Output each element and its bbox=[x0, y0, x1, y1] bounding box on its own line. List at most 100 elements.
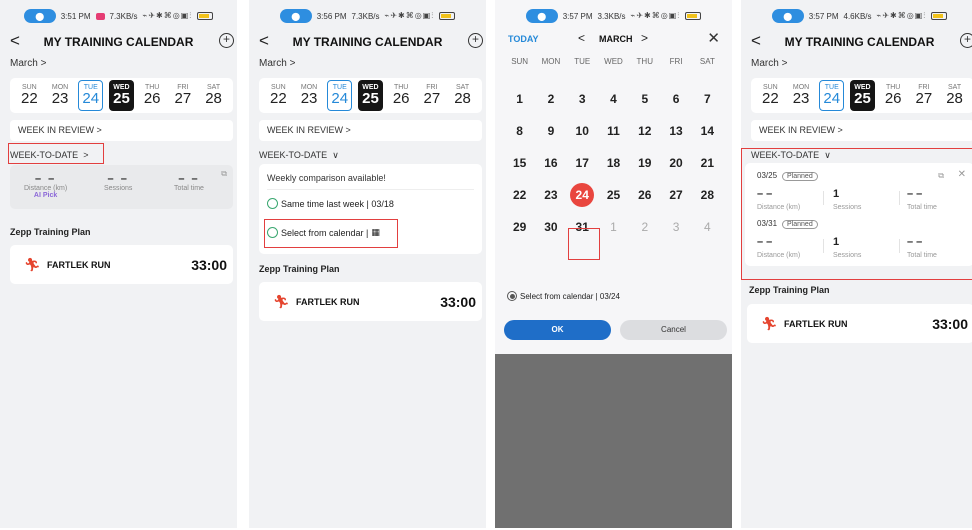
add-icon[interactable]: + bbox=[468, 33, 483, 48]
calendar-day[interactable]: 29 bbox=[504, 211, 535, 243]
ai-pick-badge[interactable]: AI Pick bbox=[24, 192, 67, 199]
day-sat[interactable]: SAT 28 bbox=[942, 80, 967, 111]
week-to-date-toggle[interactable]: WEEK-TO-DATE ∨ bbox=[259, 150, 339, 161]
calendar-day[interactable]: 20 bbox=[660, 147, 691, 179]
week-in-review-button[interactable]: WEEK IN REVIEW > bbox=[259, 120, 482, 141]
day-thu[interactable]: THU 26 bbox=[140, 80, 165, 111]
calendar-day[interactable]: 5 bbox=[629, 83, 660, 115]
calendar-day-next-month[interactable]: 3 bbox=[660, 211, 691, 243]
calendar-day[interactable]: 22 bbox=[504, 179, 535, 211]
running-icon: 🏃︎ bbox=[273, 294, 290, 309]
day-number: 27 bbox=[915, 90, 933, 107]
calendar-day[interactable]: 4 bbox=[598, 83, 629, 115]
cancel-button[interactable]: Cancel bbox=[620, 320, 727, 340]
day-fri[interactable]: FRI 27 bbox=[170, 80, 195, 111]
calendar-day[interactable]: 18 bbox=[598, 147, 629, 179]
calendar-day[interactable]: 17 bbox=[567, 147, 598, 179]
calendar-day[interactable]: 9 bbox=[535, 115, 566, 147]
location-icon: ⬤ bbox=[23, 9, 56, 23]
status-icons: ⌁✈✱⌘◎▣⫶ bbox=[384, 11, 435, 20]
day-wed-selected[interactable]: WED 25 bbox=[108, 80, 134, 111]
calendar-day-next-month[interactable]: 1 bbox=[598, 211, 629, 243]
add-icon[interactable]: + bbox=[960, 33, 972, 48]
day-fri[interactable]: FRI 27 bbox=[911, 80, 936, 111]
calendar-day[interactable]: 15 bbox=[504, 147, 535, 179]
plan-card[interactable]: 🏃︎ FARTLEK RUN 33:00 bbox=[10, 245, 233, 284]
calendar-day[interactable]: 25 bbox=[598, 179, 629, 211]
status-bar: ⬤ 3:56 PM 7.3KB/s ⌁✈✱⌘◎▣⫶ bbox=[249, 7, 486, 25]
day-sat[interactable]: SAT 28 bbox=[450, 80, 475, 111]
screen-week-to-date-collapsed: ⬤ 3:51 PM 7.3KB/s ⌁✈✱⌘◎▣⫶ < MY TRAINING … bbox=[0, 0, 237, 528]
calendar-day[interactable]: 8 bbox=[504, 115, 535, 147]
day-number: 28 bbox=[946, 90, 963, 107]
option-same-time-last-week[interactable]: Same time last week | 03/18 bbox=[267, 198, 394, 209]
day-tue-today[interactable]: TUE 24 bbox=[819, 80, 845, 111]
day-mon[interactable]: MON 23 bbox=[789, 80, 814, 111]
plan-card[interactable]: 🏃︎ FARTLEK RUN 33:00 bbox=[747, 304, 972, 343]
calendar-day[interactable]: 21 bbox=[692, 147, 723, 179]
weekday-name: MON bbox=[541, 57, 561, 66]
calendar-day[interactable]: 30 bbox=[535, 211, 566, 243]
add-icon[interactable]: + bbox=[219, 33, 234, 48]
calendar-day[interactable]: 28 bbox=[692, 179, 723, 211]
calendar-day-next-month[interactable]: 2 bbox=[629, 211, 660, 243]
chevron-right-icon[interactable]: > bbox=[641, 31, 648, 45]
day-mon[interactable]: MON 23 bbox=[48, 80, 73, 111]
calendar-day[interactable]: 13 bbox=[660, 115, 691, 147]
chevron-left-icon[interactable]: < bbox=[578, 31, 585, 45]
day-number: 26 bbox=[143, 90, 161, 107]
week-to-date-label: WEEK-TO-DATE bbox=[259, 150, 328, 160]
day-number: 27 bbox=[174, 90, 192, 107]
edit-icon[interactable]: ⧉ bbox=[221, 169, 227, 179]
calendar-day[interactable]: 7 bbox=[692, 83, 723, 115]
week-in-review-button[interactable]: WEEK IN REVIEW > bbox=[10, 120, 233, 141]
calendar-day[interactable]: 6 bbox=[660, 83, 691, 115]
day-sun[interactable]: SUN 22 bbox=[758, 80, 783, 111]
day-wed-selected[interactable]: WED 25 bbox=[849, 80, 875, 111]
page-title: MY TRAINING CALENDAR bbox=[784, 35, 935, 49]
calendar-day-next-month[interactable]: 4 bbox=[692, 211, 723, 243]
day-thu[interactable]: THU 26 bbox=[389, 80, 414, 111]
calendar-day[interactable]: 10 bbox=[567, 115, 598, 147]
day-number: 27 bbox=[423, 90, 441, 107]
day-mon[interactable]: MON 23 bbox=[297, 80, 322, 111]
weekday-name: SUN bbox=[511, 57, 529, 66]
week-in-review-button[interactable]: WEEK IN REVIEW > bbox=[751, 120, 972, 141]
day-number: 28 bbox=[454, 90, 471, 107]
ok-button[interactable]: OK bbox=[504, 320, 611, 340]
calendar-selection-option[interactable]: Select from calendar | 03/24 bbox=[507, 291, 620, 301]
calendar-day[interactable]: 23 bbox=[535, 179, 566, 211]
comparison-title: Weekly comparison available! bbox=[267, 173, 386, 183]
day-number: 25 bbox=[113, 90, 130, 107]
calendar-day[interactable]: 3 bbox=[567, 83, 598, 115]
month-selector[interactable]: March > bbox=[10, 58, 46, 69]
today-button[interactable]: TODAY bbox=[508, 34, 539, 44]
weekday-name: WED bbox=[604, 57, 623, 66]
close-icon[interactable]: ✕ bbox=[707, 29, 720, 47]
plan-card[interactable]: 🏃︎ FARTLEK RUN 33:00 bbox=[259, 282, 482, 321]
calendar-day[interactable]: 19 bbox=[629, 147, 660, 179]
month-selector[interactable]: March > bbox=[751, 58, 787, 69]
calendar-day[interactable]: 27 bbox=[660, 179, 691, 211]
calendar-day[interactable]: 12 bbox=[629, 115, 660, 147]
calendar-day-today[interactable]: 24 bbox=[567, 179, 598, 211]
day-tue-today[interactable]: TUE 24 bbox=[78, 80, 104, 111]
month-selector[interactable]: March > bbox=[259, 58, 295, 69]
day-tue-today[interactable]: TUE 24 bbox=[327, 80, 353, 111]
day-sun[interactable]: SUN 22 bbox=[17, 80, 42, 111]
selection-text: Select from calendar | 03/24 bbox=[520, 291, 620, 301]
radio-selected-icon bbox=[507, 291, 517, 301]
calendar-day[interactable]: 26 bbox=[629, 179, 660, 211]
day-sun[interactable]: SUN 22 bbox=[266, 80, 291, 111]
calendar-day[interactable]: 2 bbox=[535, 83, 566, 115]
status-time: 3:56 PM bbox=[316, 11, 347, 21]
calendar-day[interactable]: 1 bbox=[504, 83, 535, 115]
calendar-day[interactable]: 14 bbox=[692, 115, 723, 147]
day-wed-selected[interactable]: WED 25 bbox=[357, 80, 383, 111]
day-thu[interactable]: THU 26 bbox=[881, 80, 906, 111]
calendar-day[interactable]: 16 bbox=[535, 147, 566, 179]
week-strip: SUN 22 MON 23 TUE 24 WED 25 THU 26 FRI 27 SAT 2… bbox=[259, 78, 482, 113]
day-fri[interactable]: FRI 27 bbox=[419, 80, 444, 111]
day-sat[interactable]: SAT 28 bbox=[201, 80, 226, 111]
calendar-day[interactable]: 11 bbox=[598, 115, 629, 147]
